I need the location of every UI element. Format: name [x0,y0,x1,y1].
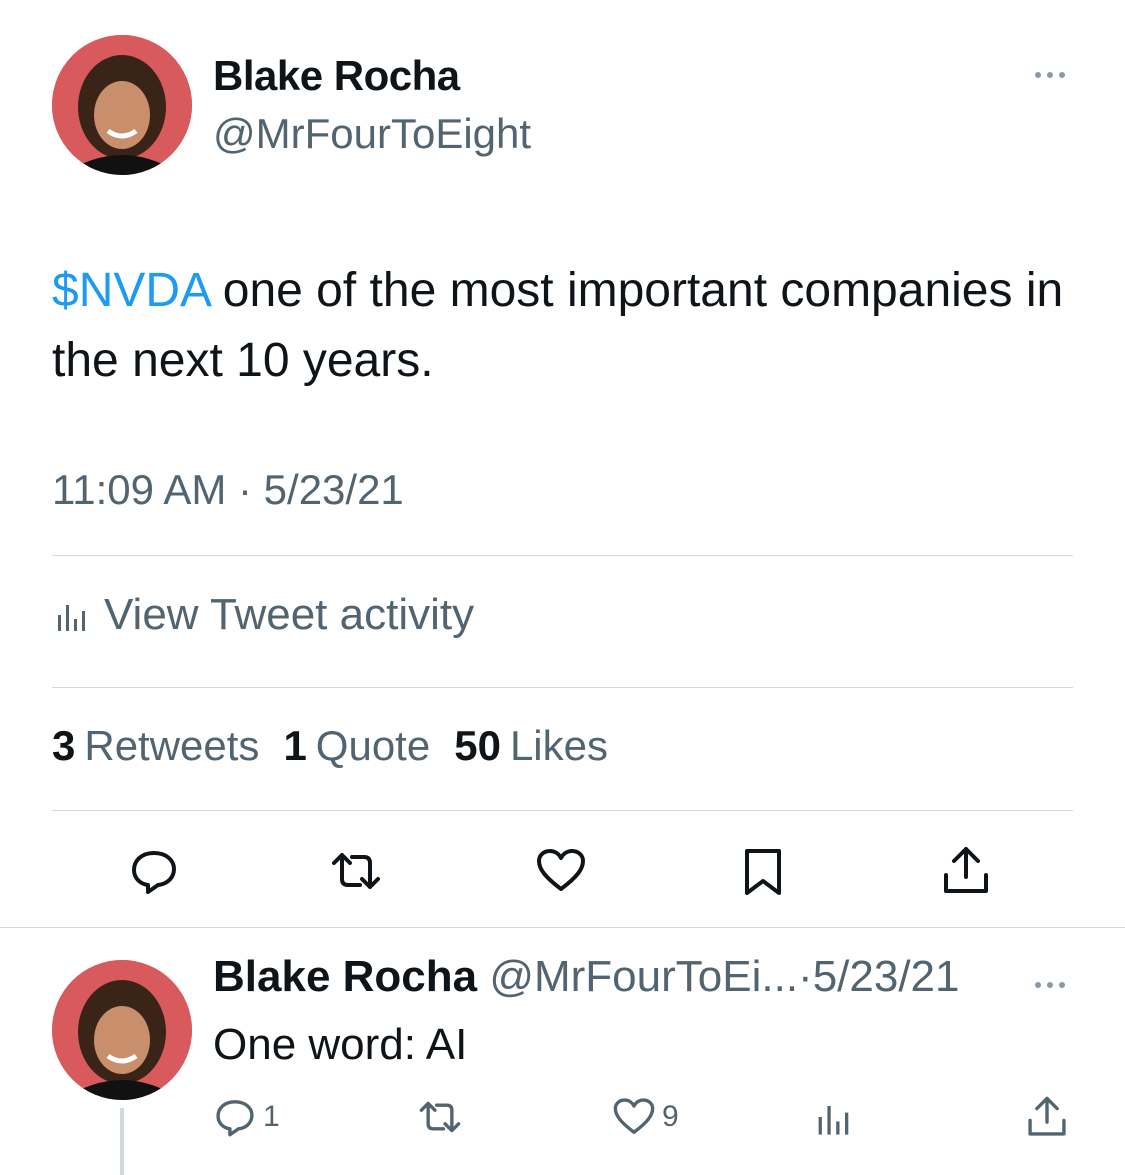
tweet-timestamp[interactable]: 11:09 AM · 5/23/21 [52,466,404,514]
reply-share-button[interactable] [1025,1095,1069,1139]
reply-reply-count: 1 [263,1100,280,1133]
more-icon[interactable] [1030,65,1070,85]
reply-icon [216,1100,254,1137]
quotes-label[interactable]: Quote [316,722,430,770]
reply-like-count: 9 [662,1100,679,1133]
like-icon[interactable] [535,845,587,897]
reply-retweet-button[interactable] [418,1095,462,1139]
likes-count[interactable]: 50 [454,722,501,770]
reply-like-button[interactable]: 9 [612,1095,679,1139]
divider [52,687,1073,688]
retweets-label[interactable]: Retweets [84,722,259,770]
engagement-stats: 3 Retweets 1 Quote 50 Likes [52,722,632,770]
analytics-icon [58,605,85,631]
divider [52,555,1073,556]
tweet-detail-page: Blake Rocha @MrFourToEight $NVDA one of … [0,0,1125,1175]
share-icon [1028,1096,1066,1136]
author-name[interactable]: Blake Rocha [213,52,460,100]
reply-author-avatar[interactable] [52,960,192,1100]
author-avatar[interactable] [52,35,192,175]
retweet-icon[interactable] [330,845,382,897]
analytics-icon [818,1106,849,1135]
retweets-count[interactable]: 3 [52,722,75,770]
reply-meta[interactable]: @MrFourToEi...·5/23/21 [477,952,959,1001]
divider [52,810,1073,811]
reply-reply-button[interactable]: 1 [213,1095,280,1139]
reply-analytics-button[interactable] [812,1095,856,1139]
reply-action-bar: 1 9 [0,1095,1125,1145]
more-icon[interactable] [1030,975,1070,995]
retweet-icon [419,1101,461,1133]
likes-label[interactable]: Likes [510,722,608,770]
tweet-action-bar [0,845,1125,905]
like-icon [613,1098,655,1134]
activity-label: View Tweet activity [104,590,475,639]
view-activity-link[interactable]: View Tweet activity [52,590,474,640]
tweet-text: $NVDA one of the most important companie… [52,256,1072,396]
reply-text: One word: AI [213,1020,468,1069]
quotes-count[interactable]: 1 [283,722,306,770]
reply-header: Blake Rocha @MrFourToEi...·5/23/21 [213,952,960,1002]
cashtag-link[interactable]: $NVDA [52,264,209,317]
reply-author-name[interactable]: Blake Rocha [213,952,477,1001]
bookmark-icon[interactable] [737,845,789,897]
divider [0,927,1125,928]
share-icon[interactable] [940,845,992,897]
author-handle[interactable]: @MrFourToEight [213,110,531,158]
reply-icon[interactable] [128,845,180,897]
